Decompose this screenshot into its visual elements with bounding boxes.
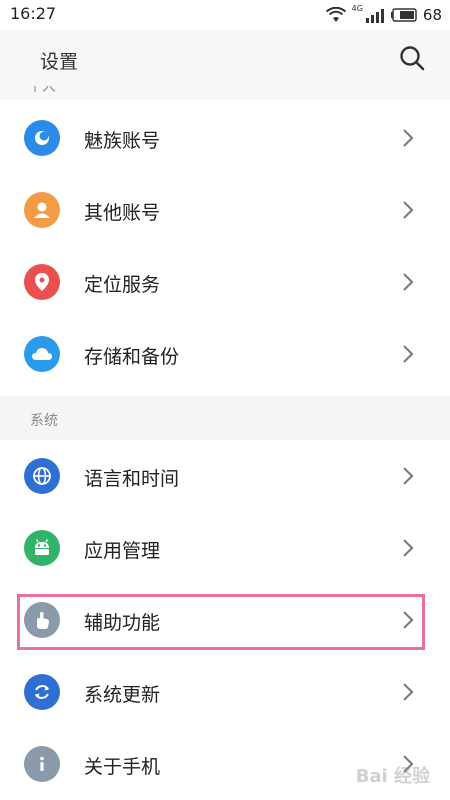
- section-label-personal: 个人: [28, 86, 56, 95]
- wifi-icon: [325, 7, 346, 22]
- chevron-right-icon: [403, 129, 414, 147]
- status-time: 16:27: [10, 4, 57, 23]
- page-title: 设置: [40, 51, 79, 73]
- person-icon: [24, 192, 60, 228]
- refresh-icon: [24, 674, 60, 710]
- chevron-right-icon: [403, 467, 414, 485]
- chevron-right-icon: [403, 345, 414, 363]
- section-header-system: 系统: [0, 396, 450, 440]
- battery-icon: [390, 8, 417, 22]
- status-bar: 16:27 4G 68: [0, 0, 450, 30]
- settings-row-language-time[interactable]: 语言和时间: [0, 440, 450, 512]
- chevron-right-icon: [403, 683, 414, 701]
- section-personal: 魅族账号 其他账号 定位服务 存储和备份: [0, 102, 450, 390]
- search-icon[interactable]: [398, 44, 426, 72]
- row-label: 语言和时间: [84, 468, 180, 490]
- chevron-right-icon: [403, 201, 414, 219]
- watermark: Bai 经验: [355, 766, 430, 787]
- section-system: 语言和时间 应用管理 辅助功能 系统更新 关于手机: [0, 440, 450, 800]
- row-label: 应用管理: [84, 540, 161, 562]
- status-icons: 4G 68: [325, 4, 442, 26]
- row-label: 定位服务: [84, 274, 161, 296]
- cloud-icon: [24, 336, 60, 372]
- settings-row-accessibility[interactable]: 辅助功能: [0, 584, 450, 656]
- chevron-right-icon: [403, 273, 414, 291]
- row-label: 系统更新: [84, 684, 161, 706]
- flyme-account-icon: [24, 120, 60, 156]
- row-label: 存储和备份: [84, 346, 180, 368]
- chevron-right-icon: [403, 611, 414, 629]
- settings-row-flyme-account[interactable]: 魅族账号: [0, 102, 450, 174]
- row-label: 魅族账号: [84, 130, 161, 152]
- section-header-personal: 个人: [0, 86, 450, 100]
- android-icon: [24, 530, 60, 566]
- row-label: 其他账号: [84, 202, 161, 224]
- settings-row-other-accounts[interactable]: 其他账号: [0, 174, 450, 246]
- location-pin-icon: [24, 264, 60, 300]
- battery-level: 68: [422, 6, 442, 24]
- info-icon: [24, 746, 60, 782]
- hand-pointer-icon: [24, 602, 60, 638]
- settings-row-storage-backup[interactable]: 存储和备份: [0, 318, 450, 390]
- network-type-label: 4G: [351, 4, 363, 13]
- row-label: 关于手机: [84, 756, 161, 778]
- app-header: 设置: [0, 30, 450, 86]
- settings-row-app-management[interactable]: 应用管理: [0, 512, 450, 584]
- settings-row-location[interactable]: 定位服务: [0, 246, 450, 318]
- row-label: 辅助功能: [84, 612, 161, 634]
- globe-icon: [24, 458, 60, 494]
- section-label-system: 系统: [30, 413, 58, 429]
- chevron-right-icon: [403, 539, 414, 557]
- settings-row-system-update[interactable]: 系统更新: [0, 656, 450, 728]
- signal-icon: [365, 9, 384, 23]
